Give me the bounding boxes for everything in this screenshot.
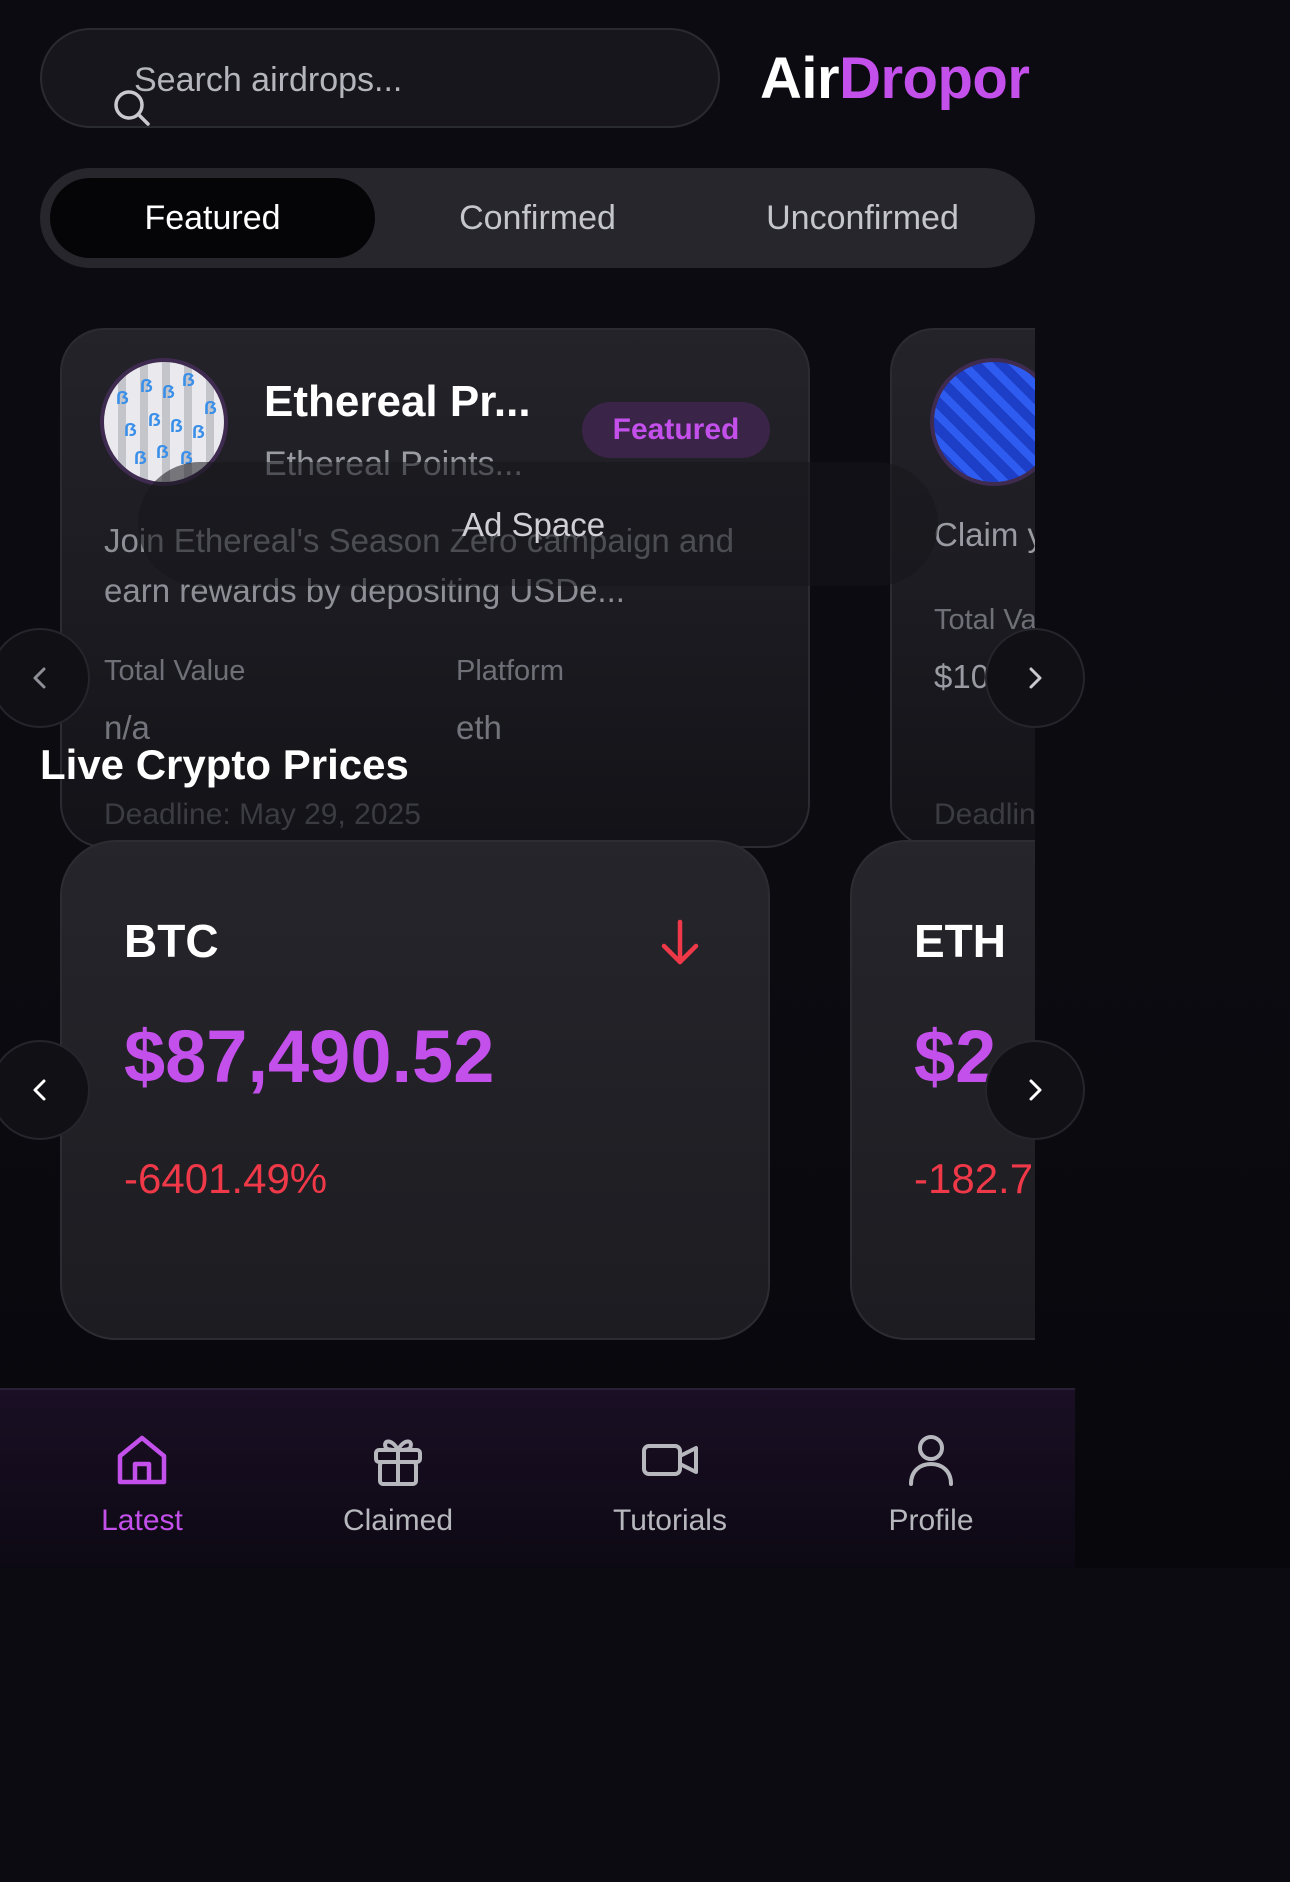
live-prices-title: Live Crypto Prices (40, 741, 409, 788)
chevron-left-icon (33, 667, 46, 689)
nav-item-profile[interactable]: Profile (821, 1390, 1041, 1570)
chevron-left-icon (33, 1079, 46, 1101)
nav-item-latest[interactable]: Latest (32, 1390, 252, 1570)
coin-change: -182.7 (914, 1155, 1034, 1202)
user-icon (909, 1435, 953, 1486)
airdrops-next-button[interactable] (985, 628, 1085, 728)
coin-symbol: BTC (124, 915, 219, 967)
logo-part-dropor: Dropor (839, 46, 1030, 111)
bottom-nav: Latest Claimed Tutorials Profile (0, 1388, 1075, 1568)
gift-icon (374, 1439, 422, 1486)
ad-space-label: Ad Space (462, 506, 606, 543)
nav-item-claimed[interactable]: Claimed (288, 1390, 508, 1570)
coin-price: $2 (914, 1015, 997, 1098)
tab-featured[interactable]: Featured (50, 178, 375, 258)
coin-change: -6401.49% (124, 1155, 328, 1202)
featured-badge: Featured (582, 402, 770, 458)
deadline: Deadlin (934, 798, 1035, 831)
nav-label: Profile (888, 1504, 974, 1537)
video-icon (642, 1444, 698, 1476)
chevron-right-icon (1029, 667, 1042, 689)
search-input[interactable]: Search airdrops... (134, 60, 402, 100)
coin-price: $87,490.52 (124, 1015, 495, 1098)
filter-tabs: Featured Confirmed Unconfirmed (40, 168, 1035, 268)
platform-value: eth (456, 709, 502, 746)
platform-label: Platform (456, 655, 564, 687)
app-logo: AirDropor (760, 46, 1030, 112)
coin-symbol: ETH (914, 915, 1006, 967)
search-bar[interactable]: Search airdrops... (40, 28, 720, 128)
price-card[interactable]: BTC $87,490.52 -6401.49% (60, 840, 770, 1340)
total-value-label: Total Value (104, 655, 246, 687)
logo-part-air: Air (760, 46, 840, 111)
nav-label: Tutorials (613, 1504, 727, 1537)
tab-unconfirmed[interactable]: Unconfirmed (700, 178, 1025, 258)
airdrop-description: Claim y (934, 516, 1035, 553)
nav-item-tutorials[interactable]: Tutorials (560, 1390, 780, 1570)
deadline: Deadline: May 29, 2025 (104, 798, 421, 831)
airdrop-avatar (930, 358, 1035, 486)
home-icon (117, 1435, 167, 1485)
arrow-down-icon (661, 919, 699, 965)
nav-label: Claimed (342, 1504, 454, 1537)
airdrop-card[interactable]: Claim y Total Va $10 Deadlin (890, 328, 1035, 848)
tab-confirmed[interactable]: Confirmed (375, 178, 700, 258)
airdrop-title: Ethereal Pr... (264, 377, 531, 426)
chevron-right-icon (1029, 1079, 1042, 1101)
nav-label: Latest (101, 1504, 183, 1537)
total-value: $10 (934, 658, 990, 695)
prices-next-button[interactable] (985, 1040, 1085, 1140)
